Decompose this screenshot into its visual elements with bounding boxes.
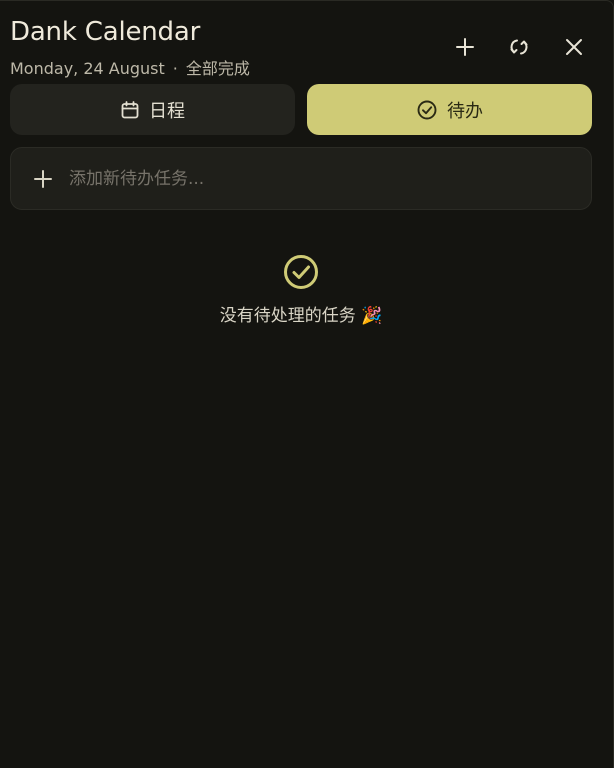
new-task-input[interactable] xyxy=(69,148,569,209)
separator-dot: · xyxy=(172,59,178,78)
sync-icon xyxy=(510,39,528,55)
header: Dank Calendar Monday, 24 August · 全部完成 xyxy=(10,15,603,79)
tab-schedule-label: 日程 xyxy=(149,100,185,122)
close-button[interactable] xyxy=(556,29,592,65)
plus-icon xyxy=(34,170,52,188)
close-icon xyxy=(566,39,582,55)
check-circle-icon xyxy=(284,255,318,289)
tab-todo-label: 待办 xyxy=(447,100,483,122)
calendar-window: Dank Calendar Monday, 24 August · 全部完成 日… xyxy=(0,0,614,768)
plus-icon xyxy=(456,38,474,56)
empty-state: 没有待处理的任务 🎉 xyxy=(0,253,602,326)
date-subtitle: Monday, 24 August · 全部完成 xyxy=(10,55,250,79)
tab-schedule[interactable]: 日程 xyxy=(10,84,295,135)
check-circle-icon xyxy=(417,100,437,119)
empty-message: 没有待处理的任务 🎉 xyxy=(219,306,383,326)
app-title: Dank Calendar xyxy=(10,17,201,47)
tab-todo[interactable]: 待办 xyxy=(307,84,592,135)
current-date: Monday, 24 August xyxy=(10,59,165,78)
new-task-row xyxy=(10,147,592,210)
add-event-button[interactable] xyxy=(447,29,483,65)
completion-status: 全部完成 xyxy=(185,59,250,78)
calendar-icon xyxy=(121,100,139,118)
view-tabs: 日程 待办 xyxy=(10,84,592,135)
sync-button[interactable] xyxy=(501,29,537,65)
